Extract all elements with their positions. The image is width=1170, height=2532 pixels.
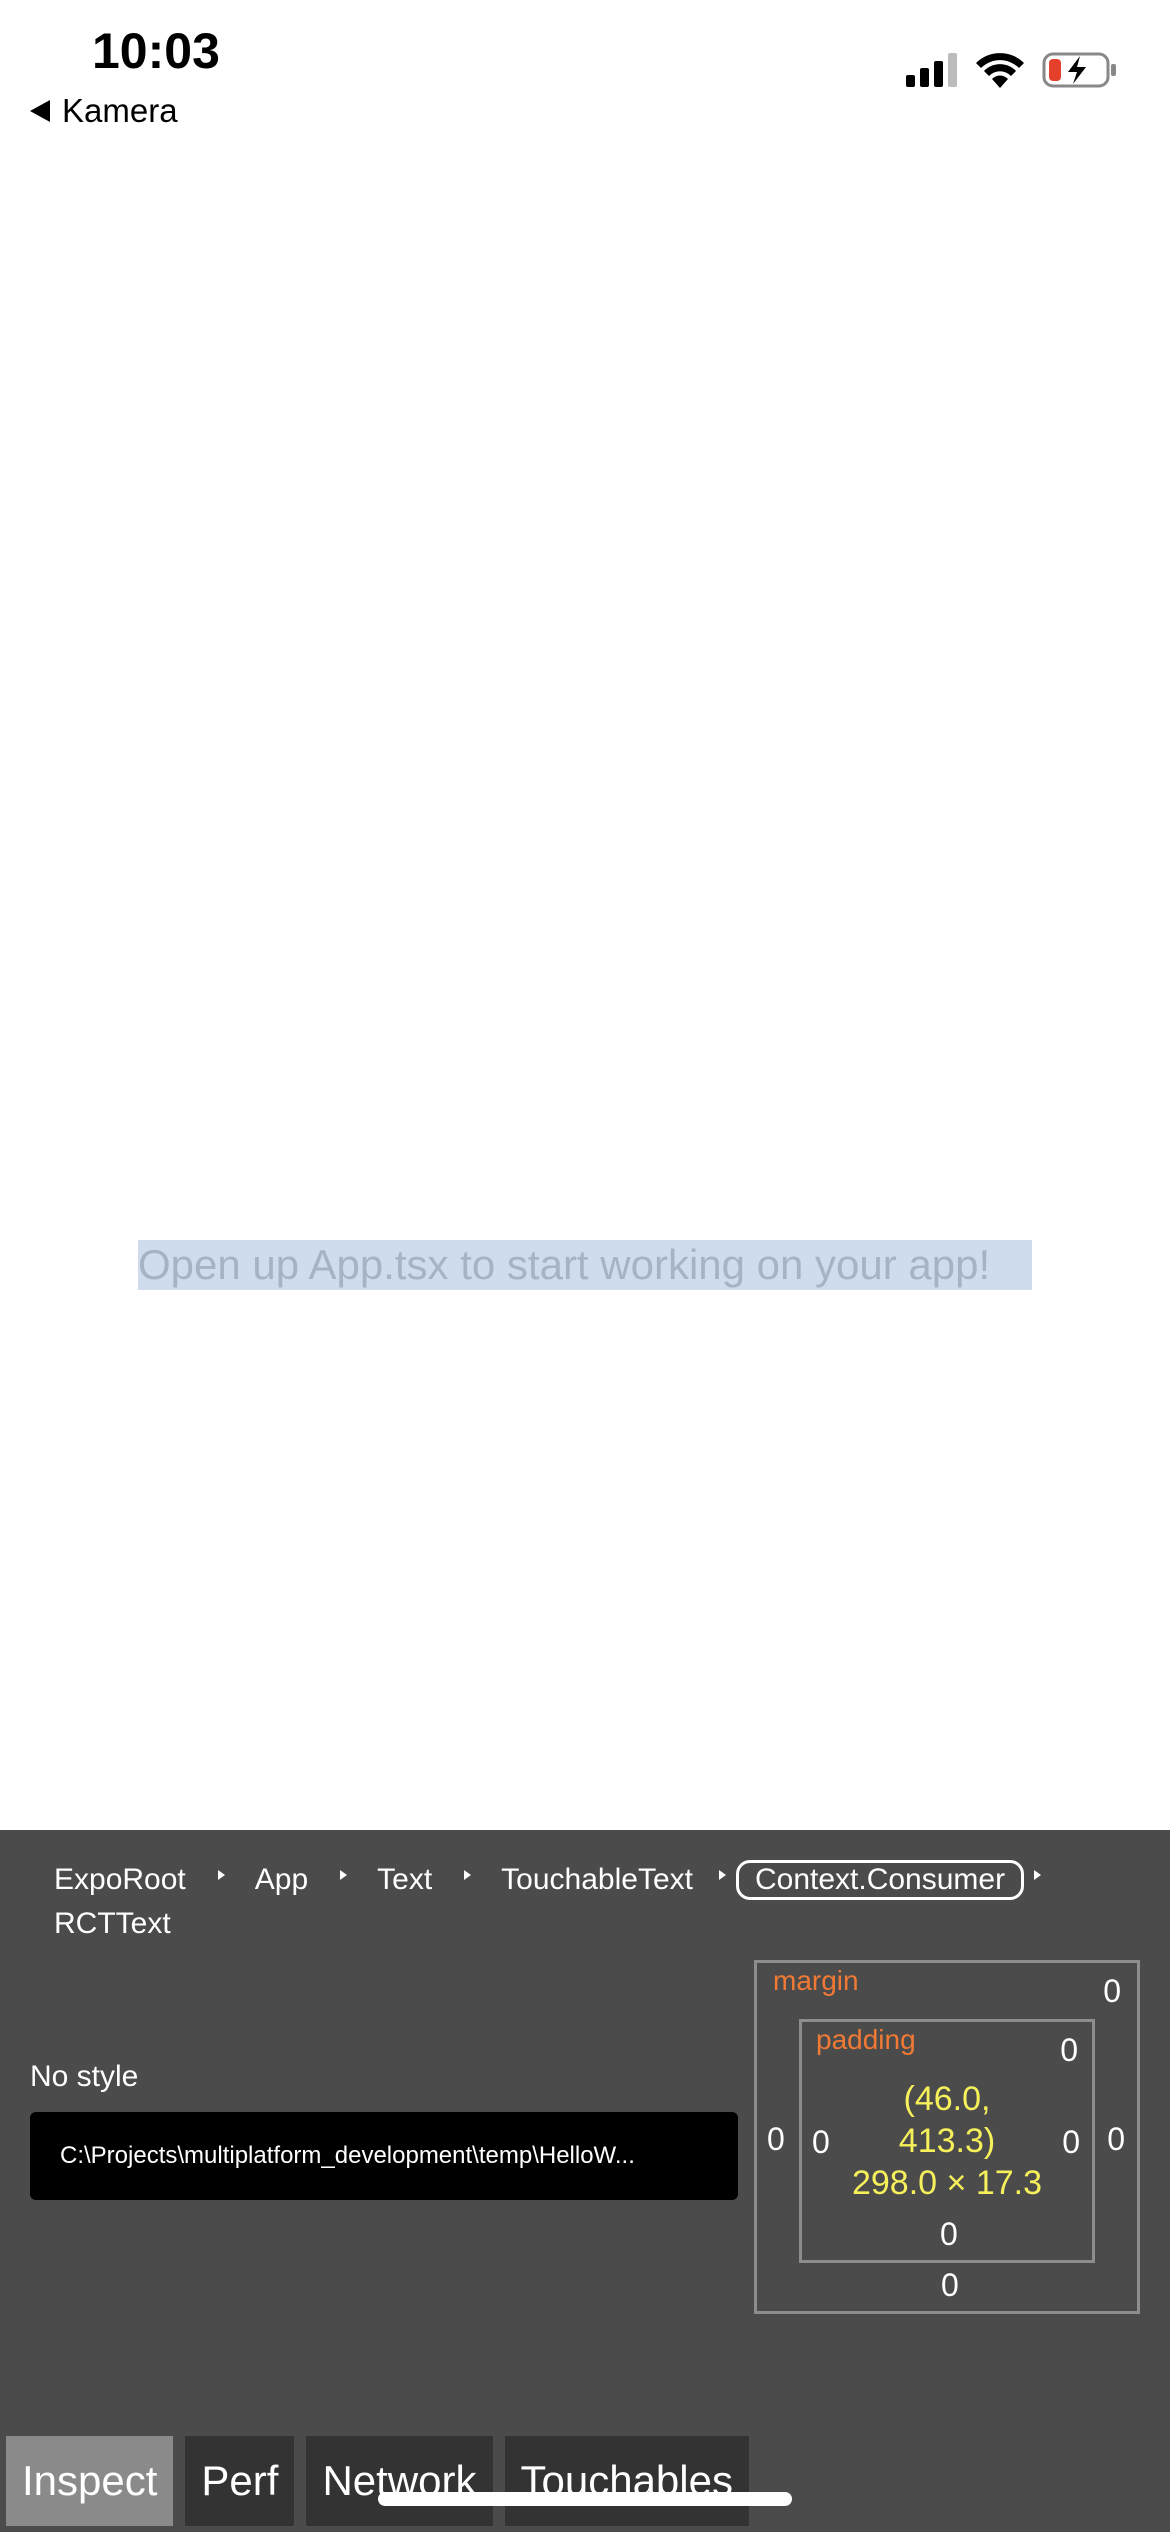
home-indicator[interactable] — [378, 2492, 792, 2506]
size-text: 298.0 × 17.3 — [851, 2164, 1042, 2202]
position-text-line1: (46.0, — [903, 2080, 991, 2118]
margin-left-value: 0 — [767, 2121, 785, 2157]
margin-bottom-value: 0 — [941, 2267, 959, 2303]
wifi-icon — [976, 53, 1024, 88]
hierarchy-item-context-consumer[interactable]: Context.Consumer — [735, 1860, 1025, 1900]
chevron-right-icon — [340, 1870, 348, 1880]
status-icons — [906, 52, 1118, 88]
margin-top-value: 0 — [1103, 1973, 1121, 2009]
hierarchy-item-touchabletext[interactable]: TouchableText — [501, 1863, 693, 1897]
hierarchy-item-exporoot[interactable]: ExpoRoot — [54, 1863, 186, 1897]
margin-right-value: 0 — [1107, 2121, 1125, 2157]
chevron-right-icon — [217, 1870, 225, 1880]
component-hierarchy: ExpoRoot App Text TouchableText Context.… — [54, 1858, 1134, 1946]
padding-label: padding — [816, 2024, 916, 2055]
tab-touchables[interactable]: Touchables — [504, 2436, 749, 2526]
hierarchy-item-text[interactable]: Text — [377, 1863, 432, 1897]
app-message-text[interactable]: Open up App.tsx to start working on your… — [138, 1240, 1032, 1290]
hierarchy-item-rcttext[interactable]: RCTText — [54, 1907, 171, 1941]
margin-label: margin — [773, 1965, 859, 1996]
tab-perf[interactable]: Perf — [185, 2436, 295, 2526]
hierarchy-item-app[interactable]: App — [255, 1863, 308, 1897]
margin-box: margin 0 0 0 0 padding 0 0 0 0 (46.0, 41… — [754, 1960, 1140, 2314]
back-label: Kamera — [62, 92, 178, 129]
padding-top-value: 0 — [1060, 2032, 1078, 2068]
chevron-right-icon — [1034, 1870, 1042, 1880]
chevron-right-icon — [464, 1870, 472, 1880]
back-to-camera-link[interactable]: Kamera — [30, 92, 178, 130]
padding-bottom-value: 0 — [940, 2216, 958, 2252]
tab-inspect[interactable]: Inspect — [6, 2436, 174, 2526]
source-path-button[interactable]: C:\Projects\multiplatform_development\te… — [30, 2112, 738, 2200]
padding-box: padding 0 0 0 0 (46.0, 413.3) 298.0 × 17… — [799, 2019, 1095, 2263]
inspector-panel: ExpoRoot App Text TouchableText Context.… — [0, 1830, 1170, 2532]
battery-charging-icon — [1042, 52, 1116, 88]
back-arrow-icon — [30, 100, 50, 122]
status-time: 10:03 — [92, 23, 220, 79]
cellular-signal-icon — [906, 53, 957, 87]
position-text-line2: 413.3) — [898, 2122, 996, 2160]
tab-network[interactable]: Network — [306, 2436, 493, 2526]
style-label: No style — [30, 2060, 139, 2093]
inspector-tabs: Inspect Perf Network Touchables — [6, 2436, 749, 2526]
chevron-right-icon — [718, 1870, 726, 1880]
